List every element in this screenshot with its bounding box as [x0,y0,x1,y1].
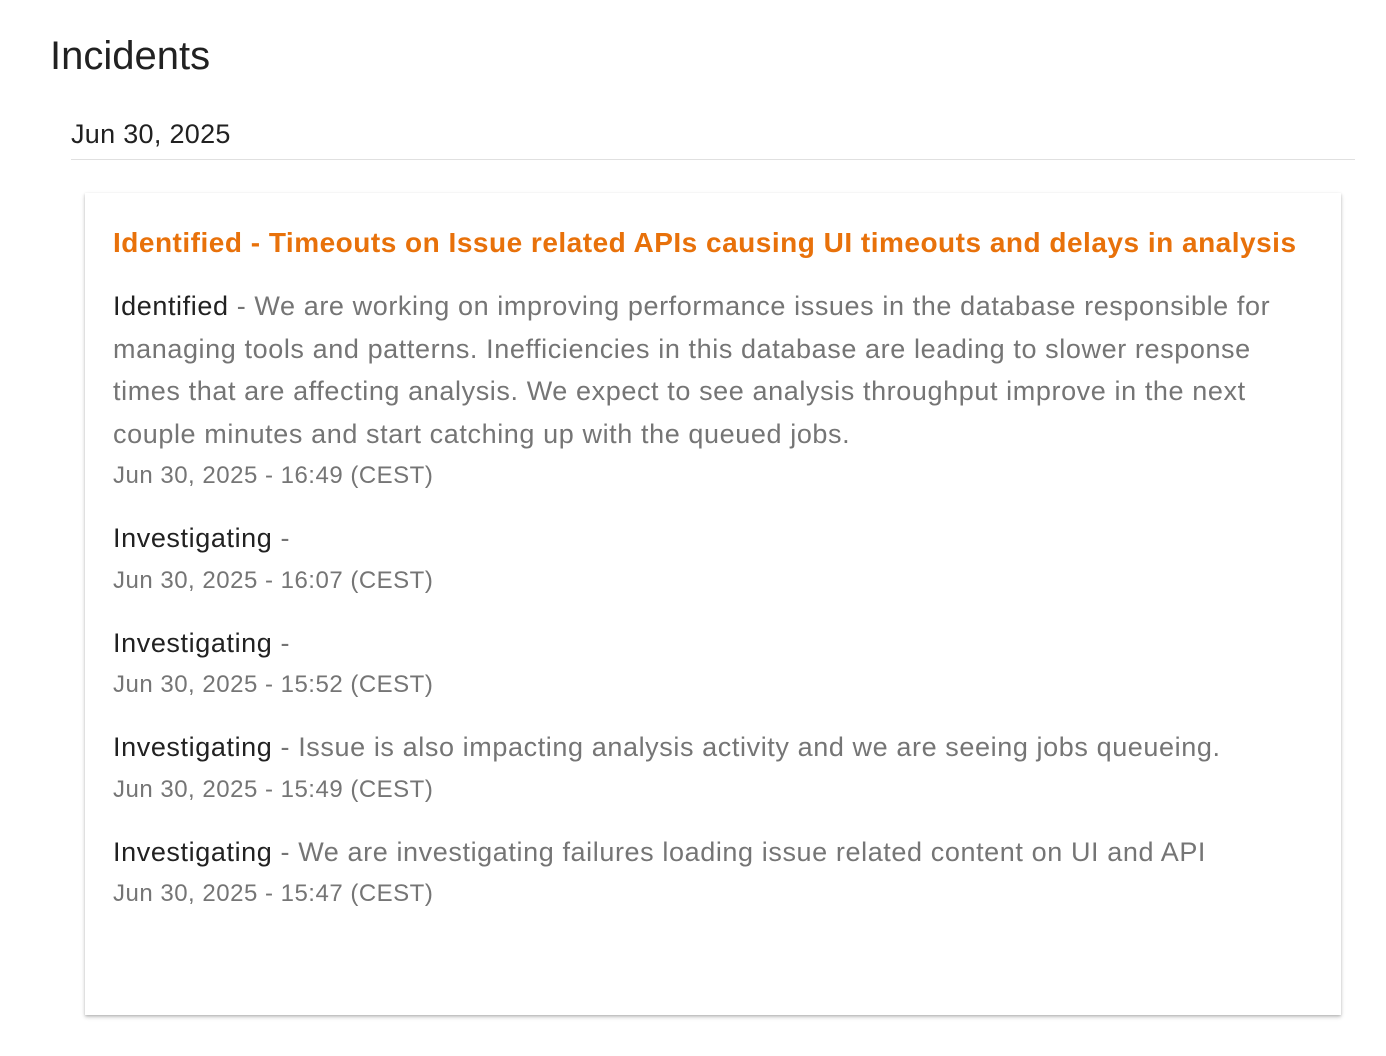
incident-date-header: Jun 30, 2025 [71,114,1355,160]
update-body: Investigating - [113,517,1313,560]
update-message: We are investigating failures loading is… [298,836,1207,867]
update-separator: - [272,523,291,553]
update-timestamp: Jun 30, 2025 - 15:49 (CEST) [113,775,434,803]
incident-card: Identified - Timeouts on Issue related A… [85,193,1341,1015]
update-separator: - [272,627,291,658]
update-body: Investigating - [113,622,1313,665]
update-timestamp: Jun 30, 2025 - 16:07 (CEST) [113,566,434,594]
update-timestamp: Jun 30, 2025 - 15:52 (CEST) [113,671,434,698]
incident-update: Investigating - Jun 30, 2025 - 16:07 (CE… [113,517,1313,602]
incident-update: Investigating - Issue is also impacting … [113,726,1313,811]
update-body: Identified - We are working on improving… [113,285,1313,455]
update-separator: - [272,732,299,762]
incident-update: Investigating - Jun 30, 2025 - 15:52 (CE… [113,622,1313,707]
page-title: Incidents [50,34,211,78]
incident-update: Investigating - We are investigating fai… [113,831,1313,916]
update-message: We are working on improving performance … [113,291,1271,449]
update-status: Investigating [113,732,273,762]
update-status: Investigating [113,836,273,867]
update-timestamp: Jun 30, 2025 - 16:49 (CEST) [113,462,434,489]
update-body: Investigating - We are investigating fai… [113,831,1313,874]
update-separator: - [228,291,255,321]
update-status: Investigating [113,523,273,553]
incident-title-link[interactable]: Identified - Timeouts on Issue related A… [113,213,1313,273]
incident-update: Identified - We are working on improving… [113,285,1313,497]
update-timestamp: Jun 30, 2025 - 15:47 (CEST) [113,880,434,907]
update-status: Investigating [113,627,273,658]
update-message: Issue is also impacting analysis activit… [298,732,1221,762]
update-separator: - [272,836,299,867]
update-status: Identified [113,291,229,321]
update-body: Investigating - Issue is also impacting … [113,726,1313,769]
